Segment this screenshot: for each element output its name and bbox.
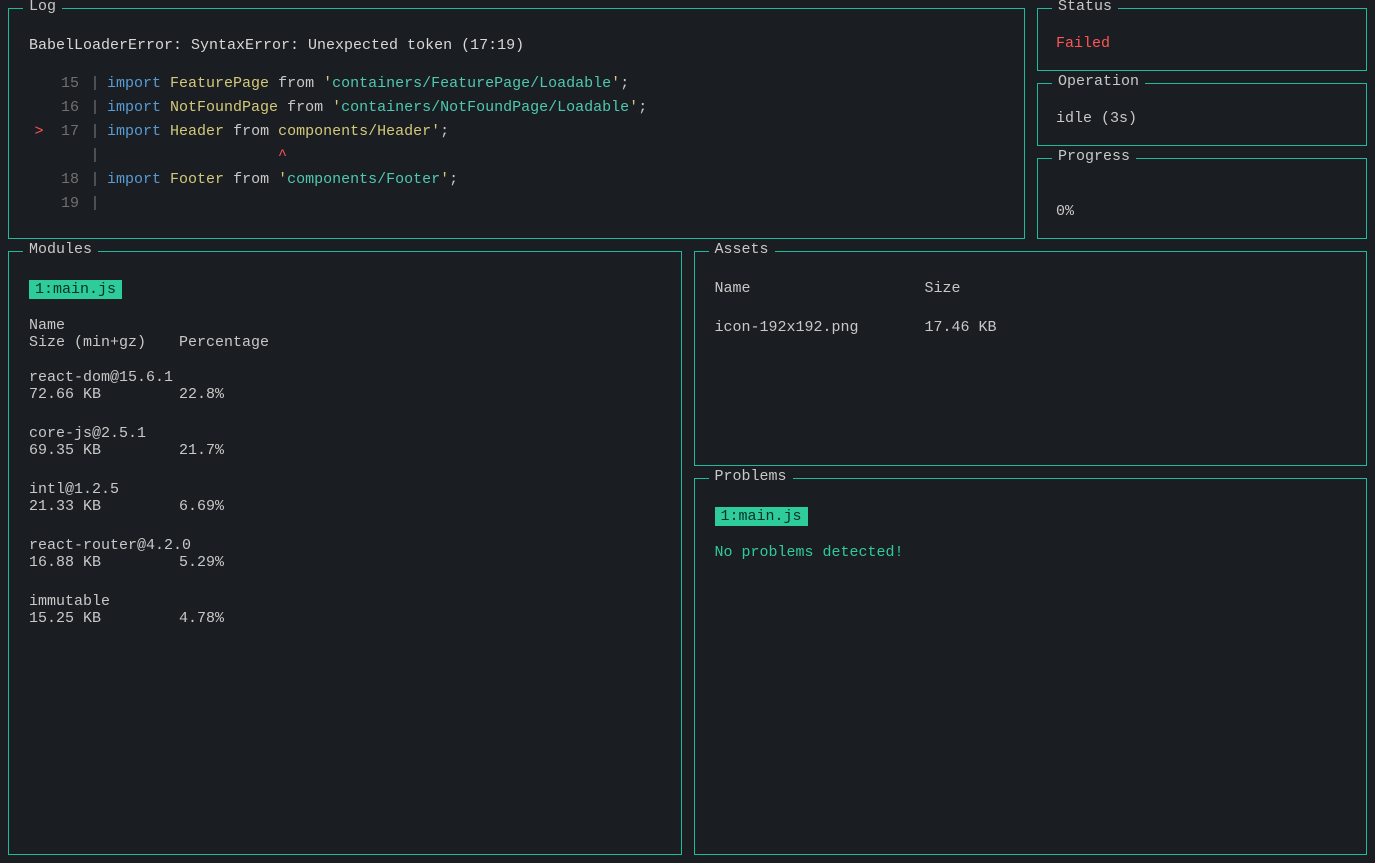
module-size: 16.88 KB bbox=[29, 554, 179, 571]
operation-value: idle (3s) bbox=[1056, 110, 1348, 127]
module-pct: 21.7% bbox=[179, 442, 224, 459]
error-caret: ^ bbox=[107, 144, 287, 168]
line-separator: | bbox=[83, 144, 107, 168]
line-separator: | bbox=[83, 96, 107, 120]
module-size: 21.33 KB bbox=[29, 498, 179, 515]
asset-size: 17.46 KB bbox=[925, 319, 997, 336]
modules-header-pct: Percentage bbox=[179, 334, 269, 351]
problems-panel: Problems 1:main.js No problems detected! bbox=[694, 478, 1368, 855]
modules-title: Modules bbox=[23, 241, 98, 258]
progress-panel: Progress 0% bbox=[1037, 158, 1367, 239]
line-marker bbox=[29, 168, 49, 192]
module-row: react-dom@15.6.1 72.66 KB22.8% bbox=[29, 369, 661, 403]
operation-title: Operation bbox=[1052, 73, 1145, 90]
code-line: 19 | bbox=[29, 192, 1004, 216]
module-row: core-js@2.5.1 69.35 KB21.7% bbox=[29, 425, 661, 459]
problems-message: No problems detected! bbox=[715, 544, 1347, 561]
code-content: import Footer from 'components/Footer'; bbox=[107, 168, 458, 192]
side-panels: Status Failed Operation idle (3s) Progre… bbox=[1037, 8, 1367, 239]
line-separator: | bbox=[83, 72, 107, 96]
line-number: 15 bbox=[49, 72, 83, 96]
status-title: Status bbox=[1052, 0, 1118, 15]
progress-value: 0% bbox=[1056, 203, 1348, 220]
module-name: react-router@4.2.0 bbox=[29, 537, 661, 554]
line-number: 16 bbox=[49, 96, 83, 120]
module-size: 72.66 KB bbox=[29, 386, 179, 403]
code-content: import Header from components/Header'; bbox=[107, 120, 449, 144]
module-name: core-js@2.5.1 bbox=[29, 425, 661, 442]
line-separator: | bbox=[83, 192, 107, 216]
progress-title: Progress bbox=[1052, 148, 1136, 165]
assets-header-size: Size bbox=[925, 280, 961, 297]
assets-header: Name Size bbox=[715, 280, 1347, 297]
problems-badge[interactable]: 1:main.js bbox=[715, 507, 808, 526]
code-line: 18 | import Footer from 'components/Foot… bbox=[29, 168, 1004, 192]
code-line: 16 | import NotFoundPage from 'container… bbox=[29, 96, 1004, 120]
modules-header-size: Size (min+gz) bbox=[29, 334, 179, 351]
module-row: immutable 15.25 KB4.78% bbox=[29, 593, 661, 627]
module-row: intl@1.2.5 21.33 KB6.69% bbox=[29, 481, 661, 515]
module-name: intl@1.2.5 bbox=[29, 481, 661, 498]
modules-headers: Name Size (min+gz) Percentage bbox=[29, 317, 661, 351]
asset-name: icon-192x192.png bbox=[715, 319, 925, 336]
line-separator: | bbox=[83, 120, 107, 144]
line-marker bbox=[29, 96, 49, 120]
code-line-error: > 17 | import Header from components/Hea… bbox=[29, 120, 1004, 144]
log-panel: Log BabelLoaderError: SyntaxError: Unexp… bbox=[8, 8, 1025, 239]
module-pct: 4.78% bbox=[179, 610, 224, 627]
problems-title: Problems bbox=[709, 468, 793, 485]
modules-panel: Modules 1:main.js Name Size (min+gz) Per… bbox=[8, 251, 682, 855]
module-pct: 22.8% bbox=[179, 386, 224, 403]
assets-panel: Assets Name Size icon-192x192.png 17.46 … bbox=[694, 251, 1368, 466]
log-title: Log bbox=[23, 0, 62, 15]
line-marker bbox=[29, 72, 49, 96]
module-name: react-dom@15.6.1 bbox=[29, 369, 661, 386]
modules-badge[interactable]: 1:main.js bbox=[29, 280, 122, 299]
operation-panel: Operation idle (3s) bbox=[1037, 83, 1367, 146]
line-separator: | bbox=[83, 168, 107, 192]
error-marker: > bbox=[29, 120, 49, 144]
status-value: Failed bbox=[1056, 35, 1348, 52]
line-marker bbox=[29, 192, 49, 216]
modules-header-name: Name bbox=[29, 317, 661, 334]
asset-row: icon-192x192.png 17.46 KB bbox=[715, 319, 1347, 336]
code-line: 15 | import FeaturePage from 'containers… bbox=[29, 72, 1004, 96]
module-size: 15.25 KB bbox=[29, 610, 179, 627]
log-error-message: BabelLoaderError: SyntaxError: Unexpecte… bbox=[29, 37, 1004, 54]
line-number: 19 bbox=[49, 192, 83, 216]
line-number: 18 bbox=[49, 168, 83, 192]
module-pct: 6.69% bbox=[179, 498, 224, 515]
status-panel: Status Failed bbox=[1037, 8, 1367, 71]
assets-header-name: Name bbox=[715, 280, 925, 297]
module-row: react-router@4.2.0 16.88 KB5.29% bbox=[29, 537, 661, 571]
module-size: 69.35 KB bbox=[29, 442, 179, 459]
code-content: import FeaturePage from 'containers/Feat… bbox=[107, 72, 629, 96]
caret-line: | ^ bbox=[29, 144, 1004, 168]
module-name: immutable bbox=[29, 593, 661, 610]
module-pct: 5.29% bbox=[179, 554, 224, 571]
assets-title: Assets bbox=[709, 241, 775, 258]
code-content: import NotFoundPage from 'containers/Not… bbox=[107, 96, 647, 120]
line-number: 17 bbox=[49, 120, 83, 144]
